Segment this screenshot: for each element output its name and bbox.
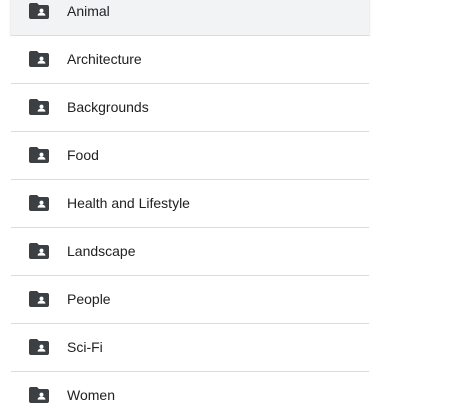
shared-folder-icon bbox=[29, 387, 49, 403]
shared-folder-icon bbox=[29, 99, 49, 115]
folder-row-women[interactable]: Women bbox=[11, 372, 369, 413]
shared-folder-icon bbox=[29, 291, 49, 307]
folder-label: Food bbox=[67, 147, 99, 163]
shared-folder-icon bbox=[29, 339, 49, 355]
folder-label: Sci-Fi bbox=[67, 339, 103, 355]
folder-row-landscape[interactable]: Landscape bbox=[11, 228, 369, 276]
shared-folder-icon bbox=[29, 51, 49, 67]
folder-row-backgrounds[interactable]: Backgrounds bbox=[11, 84, 369, 132]
folder-row-architecture[interactable]: Architecture bbox=[11, 36, 369, 84]
folder-row-animal[interactable]: Animal bbox=[11, 0, 369, 36]
folder-picker: Animal Architecture Backgrounds Food Hea… bbox=[0, 0, 450, 413]
folder-row-health-and-lifestyle[interactable]: Health and Lifestyle bbox=[11, 180, 369, 228]
folder-label: Backgrounds bbox=[67, 99, 149, 115]
shared-folder-icon bbox=[29, 195, 49, 211]
folder-label: Landscape bbox=[67, 243, 136, 259]
folder-label: Women bbox=[67, 387, 115, 403]
folder-list: Animal Architecture Backgrounds Food Hea… bbox=[11, 0, 369, 413]
shared-folder-icon bbox=[29, 243, 49, 259]
folder-row-people[interactable]: People bbox=[11, 276, 369, 324]
folder-row-sci-fi[interactable]: Sci-Fi bbox=[11, 324, 369, 372]
folder-row-food[interactable]: Food bbox=[11, 132, 369, 180]
folder-label: Architecture bbox=[67, 51, 142, 67]
shared-folder-icon bbox=[29, 147, 49, 163]
folder-label: People bbox=[67, 291, 111, 307]
shared-folder-icon bbox=[29, 3, 49, 19]
folder-label: Animal bbox=[67, 3, 110, 19]
folder-label: Health and Lifestyle bbox=[67, 195, 190, 211]
